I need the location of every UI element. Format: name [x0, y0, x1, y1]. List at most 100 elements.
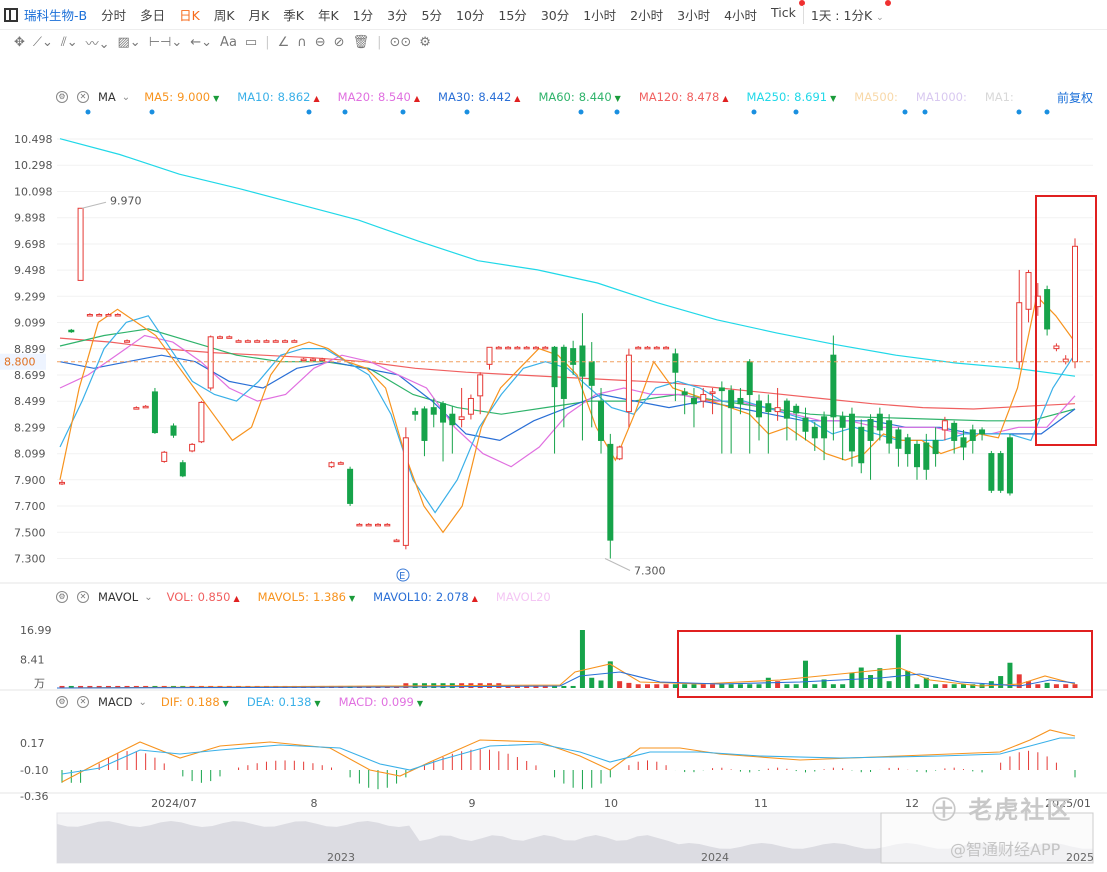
event-dot [793, 109, 799, 115]
candle-body [300, 358, 307, 362]
volume-tick: 16.99 [20, 624, 52, 637]
candle-body [189, 443, 196, 452]
candle-body [951, 422, 958, 441]
candle-body [393, 539, 400, 543]
event-dot [306, 109, 312, 115]
volume-bar [747, 684, 753, 688]
candle-body [774, 407, 781, 413]
event-dot [751, 109, 757, 115]
candle-body [495, 346, 502, 350]
candle-body [988, 453, 995, 491]
earnings-marker-label: E [399, 571, 405, 582]
volume-bar [858, 667, 864, 688]
volume-bar [710, 684, 716, 688]
candle-body [876, 413, 883, 431]
candle-body [440, 403, 447, 423]
kline-chart[interactable]: 10.498 10.298 10.098 9.898 9.698 9.498 9.299 9.… [0, 0, 1107, 872]
volume-bar [1063, 684, 1069, 688]
candle-body [467, 397, 474, 415]
candle-body [830, 354, 837, 418]
candle-body [86, 314, 93, 317]
candle-body [244, 340, 251, 343]
volume-bar [951, 684, 957, 688]
watermark-app: @智通财经APP [950, 840, 1061, 859]
candle-body [170, 425, 177, 436]
annotation-leader [604, 558, 631, 571]
volume-bar [682, 684, 688, 688]
candle-body [347, 468, 354, 504]
macd-tick: 0.17 [20, 737, 45, 750]
high-annotation: 9.970 [110, 194, 142, 207]
candle-body [337, 462, 344, 465]
volume-bar [784, 684, 790, 688]
candle-body [449, 413, 456, 426]
candle-body [765, 403, 772, 413]
candle-body [635, 346, 642, 350]
candle-body [514, 346, 521, 350]
candle-body [207, 336, 214, 389]
candle-body [198, 401, 205, 443]
navigator-label: 2024 [701, 851, 729, 864]
event-dot [922, 109, 928, 115]
volume-bar [644, 684, 650, 688]
navigator-label: 2023 [327, 851, 355, 864]
candle-body [821, 416, 828, 439]
candle-body [746, 361, 753, 396]
candle-body [923, 442, 930, 470]
candle-body [402, 437, 409, 546]
candle-body [263, 340, 270, 343]
candle-body [914, 443, 921, 468]
candle-body [505, 346, 512, 350]
event-dot [1044, 109, 1050, 115]
candle-body [523, 346, 530, 350]
candle-body [737, 397, 744, 405]
candle-body [254, 340, 261, 343]
candle-body [96, 314, 103, 317]
volume-bar [663, 684, 669, 688]
candle-body [384, 523, 391, 527]
candle-body [216, 336, 223, 339]
candle-body [895, 429, 902, 449]
volume-bar [942, 684, 948, 688]
x-axis-label: 9 [469, 797, 476, 810]
price-tick: 8.099 [14, 448, 46, 461]
candle-body [1006, 437, 1013, 494]
current-price-label: 8.800 [4, 356, 36, 369]
price-tick: 7.300 [14, 553, 46, 566]
candle-body [291, 340, 298, 343]
candle-body [142, 405, 149, 409]
volume-bar [756, 684, 762, 688]
candle-body [59, 481, 65, 485]
candle-body [430, 407, 437, 415]
volume-bar [830, 684, 836, 688]
volume-bar [868, 675, 874, 688]
candle-body [412, 411, 419, 415]
candle-body [77, 207, 84, 281]
candle-body [551, 346, 558, 388]
price-tick: 10.098 [14, 185, 53, 198]
volume-bar [700, 684, 706, 688]
event-dot [614, 109, 620, 115]
candle-body [560, 346, 567, 399]
candle-body [997, 453, 1004, 491]
candle-body [802, 417, 809, 432]
candle-body [839, 416, 846, 428]
volume-bar [1053, 684, 1059, 688]
volume-bar [1044, 682, 1050, 688]
event-dot [1016, 109, 1022, 115]
candle-body [374, 523, 381, 527]
candle-body [458, 416, 465, 420]
candle-body [718, 387, 725, 392]
x-axis-label: 11 [754, 797, 768, 810]
volume-bar [589, 677, 595, 688]
candle-body [105, 314, 112, 317]
price-tick: 9.299 [14, 290, 46, 303]
x-axis-label: 2024/07 [151, 797, 197, 810]
candle-body [672, 353, 679, 373]
volume-bar [728, 684, 734, 688]
event-dot [578, 109, 584, 115]
candle-body [328, 462, 335, 468]
volume-bar [1035, 684, 1041, 688]
volume-tick: 8.41 [20, 653, 45, 666]
candle-body [226, 336, 233, 339]
